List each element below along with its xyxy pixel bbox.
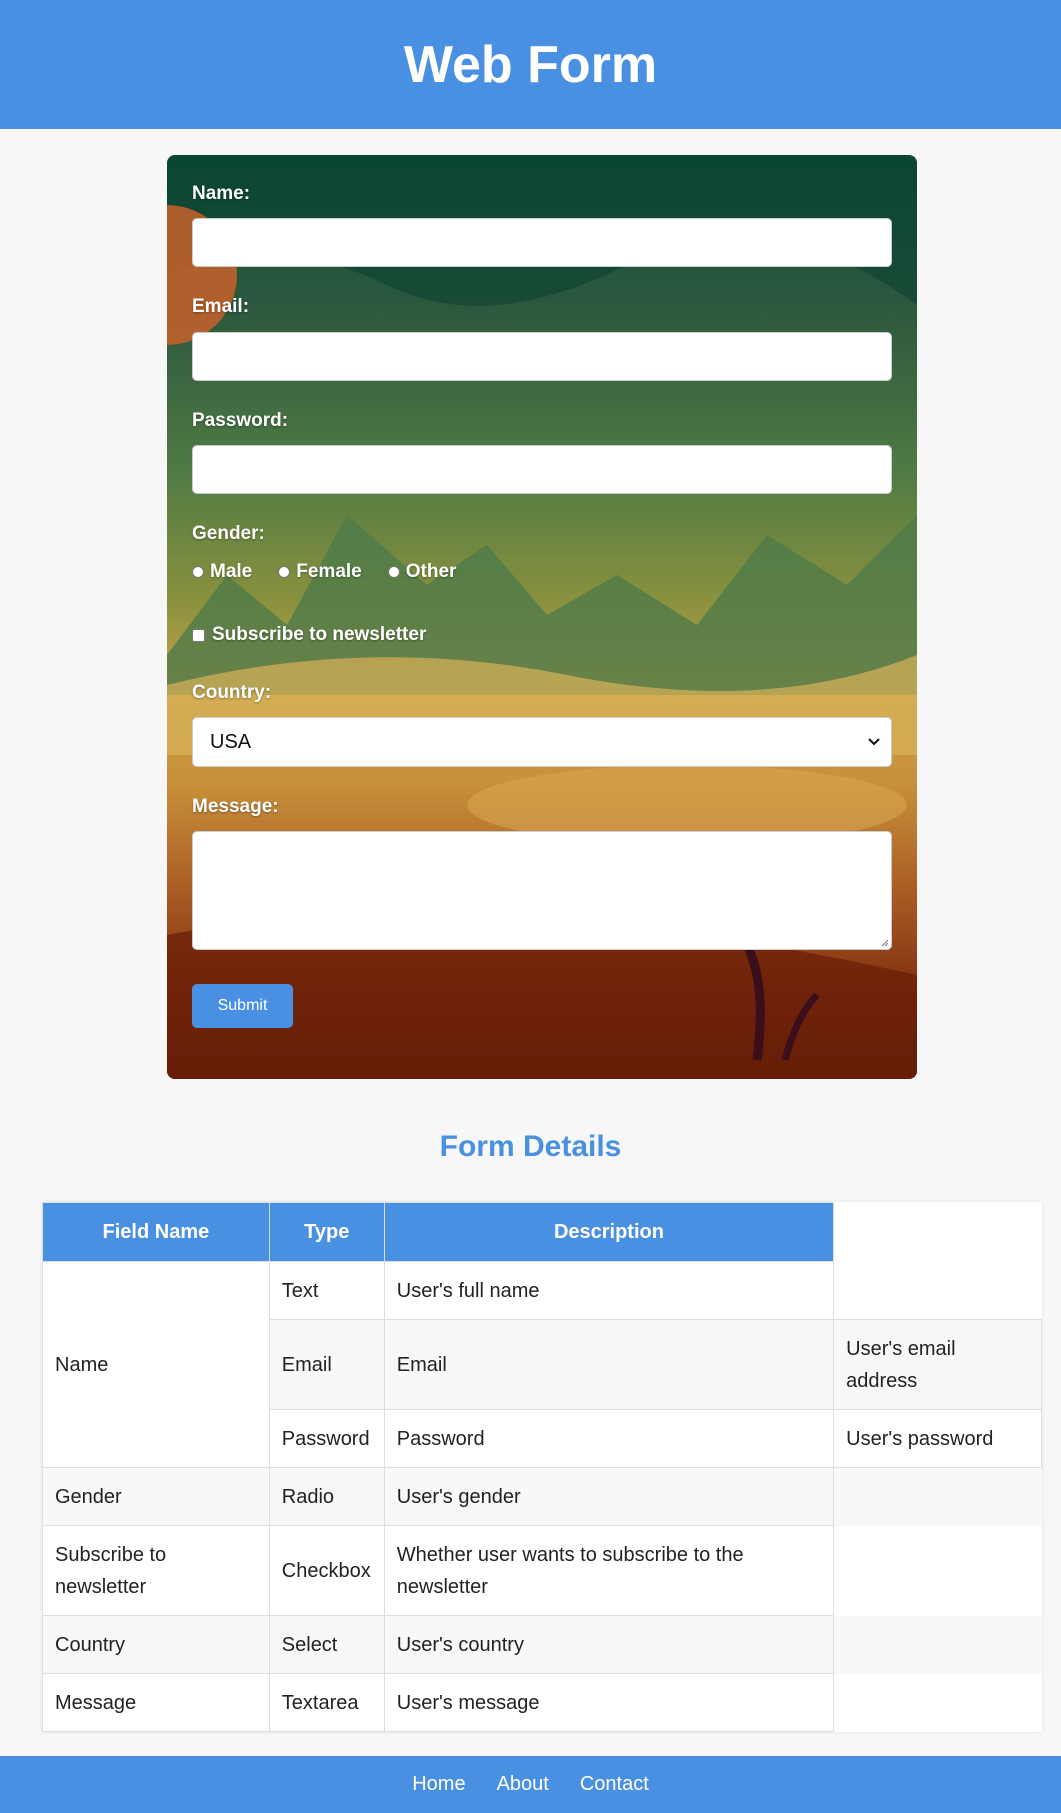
name-input[interactable] — [192, 218, 892, 267]
column-header: Type — [268, 1202, 385, 1262]
column-header: Description — [383, 1202, 835, 1262]
chevron-down-icon — [868, 738, 880, 746]
gender-radio-group: Male Female Other — [192, 561, 456, 583]
page-header: Web Form — [0, 0, 1061, 129]
page-footer: Home About Contact — [0, 1756, 1061, 1813]
description-cell: User's full name — [383, 1261, 835, 1320]
description-cell: User's gender — [383, 1467, 835, 1526]
radio-button[interactable] — [192, 566, 204, 578]
subscribe-checkbox-row[interactable]: Subscribe to newsletter — [192, 624, 426, 646]
gender-option-female[interactable]: Female — [278, 561, 362, 583]
description-cell: User's message — [383, 1673, 835, 1732]
email-label: Email: — [192, 296, 250, 317]
extra-cell: User's email address — [833, 1319, 1042, 1410]
footer-link-contact[interactable]: Contact — [580, 1773, 649, 1796]
type-cell: Textarea — [268, 1673, 385, 1732]
empty-cell — [833, 1525, 1042, 1616]
resize-handle-icon[interactable] — [879, 937, 889, 947]
table-row: Message Textarea User's message — [42, 1673, 1042, 1732]
web-form: Name: Email: Password: Gender: Male Fema… — [167, 155, 917, 1079]
empty-header-cell — [833, 1202, 1042, 1262]
radio-button[interactable] — [278, 566, 291, 578]
empty-cell — [833, 1673, 1042, 1732]
form-details-table: Field Name Type Description Name Text Us… — [42, 1202, 1042, 1732]
submit-button[interactable]: Submit — [192, 984, 293, 1028]
table-row: Name Text User's full name — [42, 1261, 1042, 1468]
table-row: Subscribe to newsletter Checkbox Whether… — [42, 1525, 1042, 1616]
form-details-title: Form Details — [439, 1130, 622, 1163]
email-input[interactable] — [192, 332, 892, 381]
gender-label: Gender: — [192, 523, 265, 544]
description-cell: Password — [383, 1409, 835, 1468]
table-row: Gender Radio User's gender — [42, 1467, 1042, 1526]
page-title: Web Form — [403, 35, 658, 94]
type-cell: Select — [268, 1615, 385, 1674]
subscribe-label: Subscribe to newsletter — [212, 624, 427, 645]
column-header: Field Name — [42, 1202, 270, 1262]
empty-cell — [833, 1615, 1042, 1674]
field-name-cell: Subscribe to newsletter — [42, 1525, 270, 1616]
type-cell: Radio — [268, 1467, 385, 1526]
empty-cell — [833, 1467, 1042, 1526]
type-cell: Email — [268, 1319, 385, 1410]
field-name-cell: Message — [42, 1673, 270, 1732]
name-label: Name: — [192, 183, 251, 204]
country-label: Country: — [192, 682, 272, 703]
gender-option-label: Other — [405, 561, 457, 582]
type-cell: Password — [268, 1409, 385, 1468]
type-cell: Text — [268, 1261, 385, 1320]
field-name-cell: Country — [42, 1615, 270, 1674]
footer-link-home[interactable]: Home — [412, 1773, 465, 1796]
gender-option-other[interactable]: Other — [387, 561, 457, 583]
country-selected-value: USA — [210, 730, 252, 753]
gender-option-label: Male — [210, 561, 253, 582]
field-name-cell: Name — [42, 1261, 270, 1468]
gender-option-label: Female — [296, 561, 362, 582]
table-header-row: Field Name Type Description — [42, 1202, 1042, 1262]
extra-cell: User's password — [833, 1409, 1042, 1468]
empty-cell — [833, 1261, 1042, 1320]
message-label: Message: — [192, 796, 279, 817]
description-cell: Whether user wants to subscribe to the n… — [383, 1525, 835, 1616]
table-row: Country Select User's country — [42, 1615, 1042, 1674]
radio-button[interactable] — [387, 566, 400, 578]
description-cell: User's country — [383, 1615, 835, 1674]
subscribe-checkbox[interactable] — [192, 628, 205, 642]
password-label: Password: — [192, 410, 289, 431]
message-textarea[interactable] — [192, 831, 892, 950]
type-cell: Checkbox — [268, 1525, 385, 1616]
country-select[interactable]: USA — [192, 717, 892, 767]
field-name-cell: Gender — [42, 1467, 270, 1526]
password-input[interactable] — [192, 445, 892, 494]
footer-link-about[interactable]: About — [497, 1773, 549, 1796]
gender-option-male[interactable]: Male — [192, 561, 252, 583]
description-cell: Email — [383, 1319, 835, 1410]
